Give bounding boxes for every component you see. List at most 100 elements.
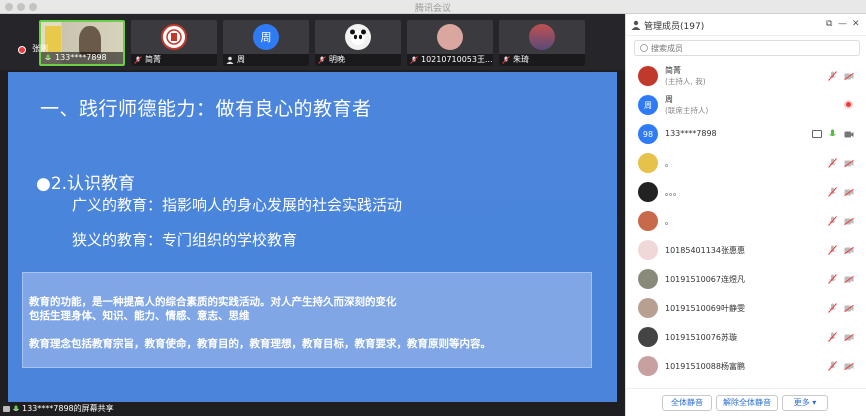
slide-subheading: ●2.认识教育 xyxy=(36,174,136,194)
avatar xyxy=(638,269,658,289)
panda-avatar-icon xyxy=(345,24,371,50)
camera-icon[interactable] xyxy=(844,131,854,138)
mic-muted-icon xyxy=(502,56,510,64)
more-button[interactable]: 更多 ▾ xyxy=(782,395,828,411)
avatar xyxy=(638,66,658,86)
slide-heading: 一、践行师德能力：做有良心的教育者 xyxy=(40,98,372,120)
panel-title: 管理成员(197) xyxy=(644,22,705,32)
person-icon xyxy=(226,56,234,64)
mic-muted-icon[interactable] xyxy=(828,332,837,342)
slide-line: 狭义的教育：专门组织的学校教育 xyxy=(72,231,298,249)
video-tile[interactable]: 周 周 xyxy=(223,20,309,66)
slide-text-box: 教育的功能，是一种提高人的综合素质的实践活动。对人产生持久而深刻的变化 包括生理… xyxy=(22,272,592,368)
member-name: 10191510088杨富鹏 xyxy=(665,362,745,371)
avatar: 周 xyxy=(638,95,658,115)
panel-header: 管理成员(197) ⧉ — ✕ xyxy=(626,14,866,36)
avatar xyxy=(529,24,555,50)
video-strip: 133****7898 简菁 周 周 明晚 10210710053王... 朱琦… xyxy=(0,14,625,70)
avatar xyxy=(638,153,658,173)
mic-muted-icon[interactable] xyxy=(828,71,837,81)
avatar xyxy=(638,182,658,202)
minimize-icon[interactable]: — xyxy=(838,19,847,29)
member-row[interactable]: 10185401134张惠惠 xyxy=(626,236,866,265)
avatar xyxy=(437,24,463,50)
camera-off-icon[interactable] xyxy=(844,305,854,312)
unmute-all-button[interactable]: 解除全体静音 xyxy=(716,395,778,411)
mic-muted-icon[interactable] xyxy=(828,216,837,226)
meeting-area: 133****7898 简菁 周 周 明晚 10210710053王... 朱琦… xyxy=(0,14,625,416)
member-search xyxy=(634,40,860,56)
mic-on-icon xyxy=(45,54,51,60)
mic-muted-icon[interactable] xyxy=(828,158,837,168)
screen-share-icon xyxy=(812,130,822,138)
mic-muted-icon[interactable] xyxy=(828,187,837,197)
mic-muted-icon xyxy=(410,56,418,64)
member-role: (主持人, 我) xyxy=(665,77,706,86)
mic-on-icon[interactable] xyxy=(828,129,837,139)
member-row[interactable]: 。 xyxy=(626,149,866,178)
member-row[interactable]: 10191510088杨富鹏 xyxy=(626,352,866,381)
popout-icon[interactable]: ⧉ xyxy=(826,19,832,29)
member-row[interactable]: 10191510067连煜凡 xyxy=(626,265,866,294)
mic-muted-icon[interactable] xyxy=(828,361,837,371)
camera-off-icon[interactable] xyxy=(844,189,854,196)
avatar xyxy=(638,211,658,231)
member-name: 。 xyxy=(665,217,673,226)
video-tile[interactable]: 10210710053王... xyxy=(407,20,493,66)
members-icon xyxy=(631,20,641,30)
recording-icon xyxy=(844,100,853,109)
shared-slide: 一、践行师德能力：做有良心的教育者 ●2.认识教育 广义的教育：指影响人的身心发… xyxy=(8,72,617,412)
member-name: 周 xyxy=(665,95,673,104)
member-role: (联席主持人) xyxy=(665,106,709,115)
mute-all-button[interactable]: 全体静音 xyxy=(662,395,712,411)
window-title-bar: 腾讯会议 xyxy=(0,0,866,14)
avatar xyxy=(638,327,658,347)
avatar xyxy=(638,356,658,376)
recording-icon xyxy=(18,46,26,54)
video-tile[interactable]: 明晚 xyxy=(315,20,401,66)
camera-off-icon[interactable] xyxy=(844,276,854,283)
mic-muted-icon[interactable] xyxy=(828,303,837,313)
member-name: 。。。 xyxy=(665,188,681,197)
search-icon xyxy=(640,44,648,52)
member-name: 133****7898 xyxy=(665,129,717,138)
member-row[interactable]: 98 133****7898 xyxy=(626,120,866,149)
member-name: 10191510069叶静雯 xyxy=(665,304,745,313)
window-title: 腾讯会议 xyxy=(414,4,451,14)
avatar xyxy=(638,240,658,260)
member-row[interactable]: 。 xyxy=(626,207,866,236)
member-row[interactable]: 。。。 xyxy=(626,178,866,207)
member-row[interactable]: 周周 (联席主持人) xyxy=(626,91,866,120)
member-name: 简菁 xyxy=(665,66,681,75)
mic-on-icon xyxy=(13,405,19,411)
mic-muted-icon[interactable] xyxy=(828,245,837,255)
camera-off-icon[interactable] xyxy=(844,247,854,254)
close-icon[interactable]: ✕ xyxy=(852,19,860,29)
members-panel: 管理成员(197) ⧉ — ✕ 简菁 (主持人, 我) 周周 (联席主持人) 98 133… xyxy=(625,14,866,416)
camera-off-icon[interactable] xyxy=(844,73,854,80)
mic-muted-icon[interactable] xyxy=(828,274,837,284)
active-speaker-label: 张刚 xyxy=(32,44,48,53)
member-row[interactable]: 简菁 (主持人, 我) xyxy=(626,62,866,91)
mic-muted-icon xyxy=(318,56,326,64)
avatar xyxy=(638,298,658,318)
avatar: 98 xyxy=(638,124,658,144)
screen-share-label: 133****7898的屏幕共享 xyxy=(0,402,625,416)
slide-line: 广义的教育：指影响人的身心发展的社会实践活动 xyxy=(72,196,403,214)
camera-off-icon[interactable] xyxy=(844,218,854,225)
camera-off-icon[interactable] xyxy=(844,160,854,167)
member-row[interactable]: 10191510069叶静雯 xyxy=(626,294,866,323)
video-tile[interactable]: 简菁 xyxy=(131,20,217,66)
camera-off-icon[interactable] xyxy=(844,363,854,370)
camera-off-icon[interactable] xyxy=(844,334,854,341)
university-logo-icon xyxy=(161,24,187,50)
mic-muted-icon xyxy=(134,56,142,64)
member-name: 10185401134张惠惠 xyxy=(665,246,745,255)
member-name: 10191510076苏璇 xyxy=(665,333,737,342)
member-name: 10191510067连煜凡 xyxy=(665,275,745,284)
search-input[interactable] xyxy=(651,42,851,54)
camera-icon xyxy=(3,406,10,412)
video-tile[interactable]: 朱琦 xyxy=(499,20,585,66)
member-row[interactable]: 10191510076苏璇 xyxy=(626,323,866,352)
video-tile[interactable]: 133****7898 xyxy=(39,20,125,66)
